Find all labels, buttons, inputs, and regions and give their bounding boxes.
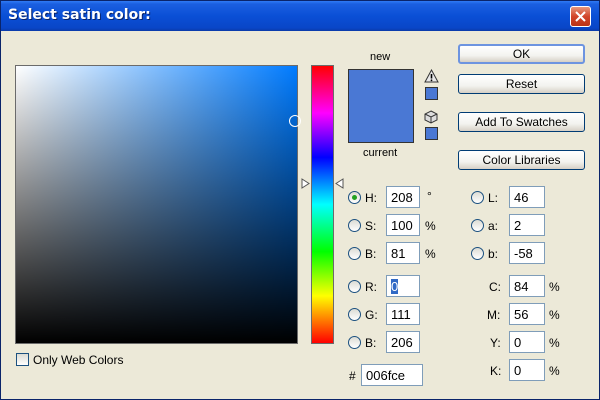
lab-b-input[interactable]: -58 [509,242,545,264]
magenta-input[interactable]: 56 [509,303,545,325]
reset-button[interactable]: Reset [458,74,585,94]
current-color-label: current [363,147,398,159]
brightness-label: B: [365,247,377,261]
saturation-radio[interactable] [348,219,361,232]
blue-radio[interactable] [348,336,361,349]
dialog-title: Select satin color: [8,7,151,23]
hue-slider-left-arrow-icon[interactable] [301,178,310,189]
hue-slider-right-arrow-icon[interactable] [335,178,344,189]
hue-unit: ° [427,189,432,203]
magenta-label: M: [487,308,501,322]
cyan-input[interactable]: 84 [509,275,545,297]
lab-b-radio[interactable] [471,247,484,260]
brightness-unit: % [425,247,436,261]
blue-input[interactable]: 206 [386,331,420,353]
brightness-radio[interactable] [348,247,361,260]
red-label: R: [365,280,377,294]
only-web-colors-checkbox[interactable] [16,353,29,366]
web-safe-swatch[interactable] [425,127,438,140]
lab-a-label: a: [488,219,499,233]
color-field[interactable] [15,65,298,344]
black-label: K: [490,364,502,378]
saturation-label: S: [365,219,377,233]
only-web-colors-label[interactable]: Only Web Colors [33,353,123,367]
hue-slider[interactable] [311,65,334,344]
yellow-input[interactable]: 0 [509,331,545,353]
cyan-label: C: [489,280,501,294]
saturation-input[interactable]: 100 [386,214,420,236]
close-icon [575,11,586,22]
hue-radio[interactable] [348,191,361,204]
lab-l-radio[interactable] [471,191,484,204]
hue-input[interactable]: 208 [386,186,420,208]
new-color-label: new [370,51,391,63]
new-color-swatch [348,69,414,107]
gamut-warning-swatch[interactable] [425,87,438,100]
red-radio[interactable] [348,280,361,293]
color-field-marker[interactable] [289,115,301,127]
current-color-swatch[interactable] [348,106,414,143]
add-to-swatches-button[interactable]: Add To Swatches [458,112,585,132]
black-unit: % [549,364,560,378]
yellow-unit: % [549,336,560,350]
title-bar[interactable]: Select satin color: [1,1,599,31]
hex-label: # [349,369,356,383]
ok-button[interactable]: OK [458,44,585,64]
color-libraries-button[interactable]: Color Libraries [458,150,585,170]
yellow-label: Y: [490,336,501,350]
brightness-input[interactable]: 81 [386,242,420,264]
saturation-unit: % [425,219,436,233]
cube-icon[interactable] [424,110,438,124]
close-button[interactable] [570,6,591,27]
magenta-unit: % [549,308,560,322]
lab-a-radio[interactable] [471,219,484,232]
warning-triangle-icon[interactable] [424,69,439,83]
green-label: G: [365,308,378,322]
blue-label: B: [365,336,377,350]
lab-b-label: b: [488,247,499,261]
lab-l-label: L: [488,191,499,205]
black-input[interactable]: 0 [509,359,545,381]
hex-input[interactable]: 006fce [361,364,423,386]
green-input[interactable]: 111 [386,303,420,325]
lab-l-input[interactable]: 46 [509,186,545,208]
red-input[interactable]: 0 [386,275,420,297]
color-picker-dialog: Select satin color: new current OK Reset… [0,0,600,400]
hue-label: H: [365,191,377,205]
green-radio[interactable] [348,308,361,321]
cyan-unit: % [549,280,560,294]
lab-a-input[interactable]: 2 [509,214,545,236]
